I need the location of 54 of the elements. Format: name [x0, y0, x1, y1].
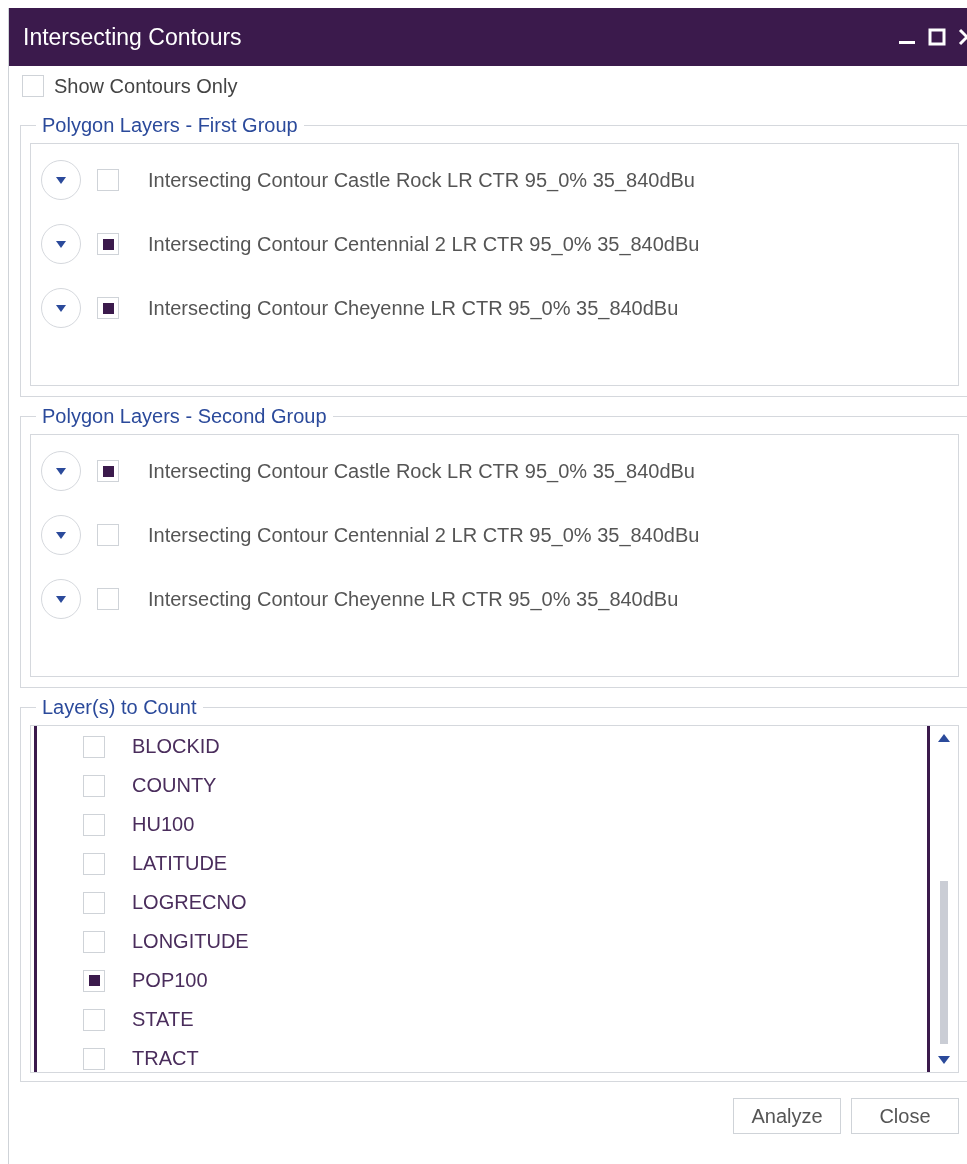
group-title: Polygon Layers - Second Group: [41, 405, 328, 428]
checkbox[interactable]: [83, 813, 105, 836]
checkbox[interactable]: [83, 735, 105, 758]
expand-button[interactable]: [41, 451, 81, 491]
checkbox[interactable]: [22, 75, 44, 97]
expand-button[interactable]: [41, 288, 81, 328]
checkbox[interactable]: [83, 1047, 105, 1070]
caret-icon: [56, 176, 66, 184]
layer-label: Intersecting Contour Centennial 2 LR CTR 95_0% 35_840dBu: [148, 232, 700, 256]
caret-icon: [56, 531, 66, 539]
layer-label: Intersecting Contour Castle Rock LR CTR 95_0% 35_840dBu: [148, 459, 695, 483]
checkbox[interactable]: [83, 1008, 105, 1031]
group-title: Polygon Layers - First Group: [41, 114, 299, 137]
checkbox-label: Show Contours Only: [54, 74, 238, 98]
expand-button[interactable]: [41, 224, 81, 264]
expand-button[interactable]: [41, 160, 81, 200]
field-label: COUNTY: [132, 774, 217, 797]
layer-label: Intersecting Contour Centennial 2 LR CTR 95_0% 35_840dBu: [148, 523, 700, 547]
checkbox[interactable]: [97, 169, 119, 191]
checkbox[interactable]: [97, 297, 119, 319]
expand-button[interactable]: [41, 579, 81, 619]
field-label: LATITUDE: [132, 852, 228, 875]
dialog-button[interactable]: Close: [851, 1098, 959, 1134]
field-label: STATE: [132, 1008, 194, 1031]
group-title: Layer(s) to Count: [41, 696, 198, 719]
layer-label: Intersecting Contour Castle Rock LR CTR 95_0% 35_840dBu: [148, 168, 695, 192]
checkbox[interactable]: [83, 852, 105, 875]
expand-button[interactable]: [41, 515, 81, 555]
field-label: POP100: [132, 969, 208, 992]
checkbox[interactable]: [83, 969, 105, 992]
field-label: HU100: [132, 813, 195, 836]
field-label: BLOCKID: [132, 735, 220, 758]
window-title: Intersecting Contours: [23, 23, 242, 51]
scrollbar-thumb[interactable]: [940, 881, 948, 1044]
field-label: LONGITUDE: [132, 930, 249, 953]
caret-icon: [56, 467, 66, 475]
scroll-down-icon[interactable]: [938, 1056, 950, 1064]
dialog-button[interactable]: Analyze: [733, 1098, 841, 1134]
field-label: LOGRECNO: [132, 891, 247, 914]
layer-label: Intersecting Contour Cheyenne LR CTR 95_0% 35_840dBu: [148, 587, 679, 611]
caret-icon: [56, 240, 66, 248]
checkbox[interactable]: [97, 460, 119, 482]
checkbox[interactable]: [83, 930, 105, 953]
maximize-icon[interactable]: [927, 27, 947, 47]
layer-label: Intersecting Contour Cheyenne LR CTR 95_0% 35_840dBu: [148, 296, 679, 320]
checkbox[interactable]: [97, 233, 119, 255]
caret-icon: [56, 595, 66, 603]
checkbox[interactable]: [97, 588, 119, 610]
scroll-up-icon[interactable]: [938, 734, 950, 742]
caret-icon: [56, 304, 66, 312]
checkbox[interactable]: [83, 774, 105, 797]
field-label: TRACT: [132, 1047, 199, 1070]
checkbox[interactable]: [83, 891, 105, 914]
checkbox[interactable]: [97, 524, 119, 546]
